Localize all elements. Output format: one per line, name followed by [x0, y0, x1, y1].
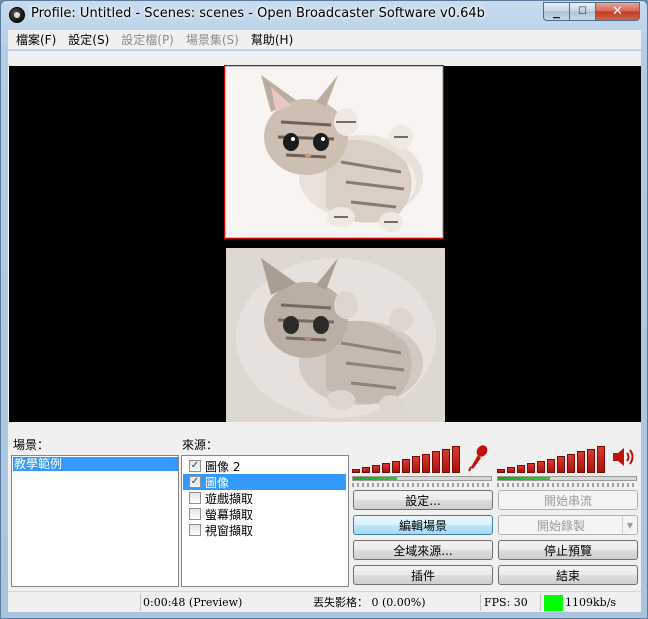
status-dropped-frames: 丟失影格： 0 (0.00%): [313, 596, 426, 609]
resize-handle-bottom-left[interactable]: [224, 230, 233, 239]
stop-preview-button[interactable]: 停止預覽: [498, 540, 638, 560]
menu-file[interactable]: 檔案(F): [10, 31, 62, 48]
close-icon: ✕: [612, 4, 623, 19]
mic-meter-ticks: [352, 483, 489, 487]
source-item-window-capture[interactable]: 視窗擷取: [183, 522, 346, 538]
global-sources-button[interactable]: 全域來源...: [353, 540, 493, 560]
maximize-icon: ☐: [578, 6, 587, 17]
menu-settings[interactable]: 設定(S): [62, 31, 115, 48]
speaker-icon[interactable]: [611, 445, 637, 469]
minimize-icon: ▁: [553, 8, 560, 19]
edit-scene-button[interactable]: 編輯場景: [353, 515, 493, 535]
source-item-label: 視窗擷取: [205, 523, 254, 538]
status-fps: FPS: 30: [484, 596, 528, 609]
desktop-level-fill: [498, 477, 551, 480]
client-area: 場景： 教學範例 來源： ✓ 圖像 2 ✓ 圖像 遊戲擷取 螢幕擷取 視窗擷取 …: [8, 51, 641, 612]
preview-canvas[interactable]: [9, 65, 641, 422]
title-bar[interactable]: Profile: Untitled - Scenes: scenes - Ope…: [1, 1, 647, 29]
source-item-label: 螢幕擷取: [205, 507, 254, 522]
scene-item[interactable]: 教學範例: [13, 457, 178, 471]
resize-handle-bottom-right[interactable]: [435, 230, 444, 239]
source-image-2-kitten[interactable]: [226, 248, 445, 422]
window-title: Profile: Untitled - Scenes: scenes - Ope…: [31, 6, 485, 21]
resize-handle-top-right[interactable]: [435, 65, 444, 74]
mic-level-indicator: [352, 476, 492, 481]
bitrate-status-indicator: [544, 595, 563, 611]
source-item-image-2[interactable]: ✓ 圖像 2: [183, 458, 346, 474]
source-item-game-capture[interactable]: 遊戲擷取: [183, 490, 346, 506]
selection-frame[interactable]: [224, 65, 444, 239]
source-visible-checkbox[interactable]: [189, 524, 201, 536]
menu-bar: 檔案(F) 設定(S) 設定檔(P) 場景集(S) 幫助(H): [8, 30, 641, 50]
mic-volume-meter[interactable]: [352, 443, 464, 473]
source-visible-checkbox[interactable]: ✓: [189, 460, 201, 472]
source-visible-checkbox[interactable]: ✓: [189, 476, 201, 488]
source-item-screen-capture[interactable]: 螢幕擷取: [183, 506, 346, 522]
obs-logo-icon: [9, 7, 25, 23]
close-button[interactable]: ✕: [596, 2, 640, 21]
desktop-level-indicator: [497, 476, 637, 481]
source-item-image[interactable]: ✓ 圖像: [183, 474, 346, 490]
start-recording-label: 開始錄製: [536, 518, 585, 533]
menu-profiles[interactable]: 設定檔(P): [115, 31, 180, 48]
status-bitrate: 1109kb/s: [565, 596, 617, 609]
scenes-label: 場景：: [13, 438, 50, 452]
sources-label: 來源：: [182, 438, 219, 452]
source-item-label: 遊戲擷取: [205, 491, 254, 506]
start-streaming-button[interactable]: 開始串流: [498, 490, 638, 510]
menu-scene-collections[interactable]: 場景集(S): [180, 31, 245, 48]
microphone-icon[interactable]: [467, 443, 489, 473]
status-time: 0:00:48 (Preview): [143, 596, 243, 609]
source-item-label: 圖像 2: [205, 459, 241, 474]
desktop-volume-meter[interactable]: [497, 443, 609, 473]
source-visible-checkbox[interactable]: [189, 508, 201, 520]
exit-button[interactable]: 結束: [498, 565, 638, 585]
mic-level-fill: [353, 477, 398, 480]
source-visible-checkbox[interactable]: [189, 492, 201, 504]
source-item-label: 圖像: [205, 475, 230, 490]
obs-main-window: Profile: Untitled - Scenes: scenes - Ope…: [0, 0, 648, 619]
resize-handle-top-left[interactable]: [224, 65, 233, 74]
start-recording-button[interactable]: 開始錄製 ▼: [498, 515, 638, 535]
minimize-button[interactable]: ▁: [543, 2, 570, 21]
desktop-meter-ticks: [497, 483, 634, 487]
plugins-button[interactable]: 插件: [353, 565, 493, 585]
window-controls: ▁ ☐ ✕: [543, 2, 640, 21]
settings-button[interactable]: 設定...: [353, 490, 493, 510]
kitten-faded-image: [226, 248, 445, 422]
maximize-button[interactable]: ☐: [570, 2, 596, 21]
chevron-down-icon[interactable]: ▼: [622, 516, 637, 534]
sources-list[interactable]: ✓ 圖像 2 ✓ 圖像 遊戲擷取 螢幕擷取 視窗擷取: [181, 455, 349, 587]
menu-help[interactable]: 幫助(H): [245, 31, 299, 48]
scenes-list[interactable]: 教學範例: [11, 455, 179, 587]
status-bar: 0:00:48 (Preview) 丟失影格： 0 (0.00%) FPS: 3…: [8, 591, 641, 612]
